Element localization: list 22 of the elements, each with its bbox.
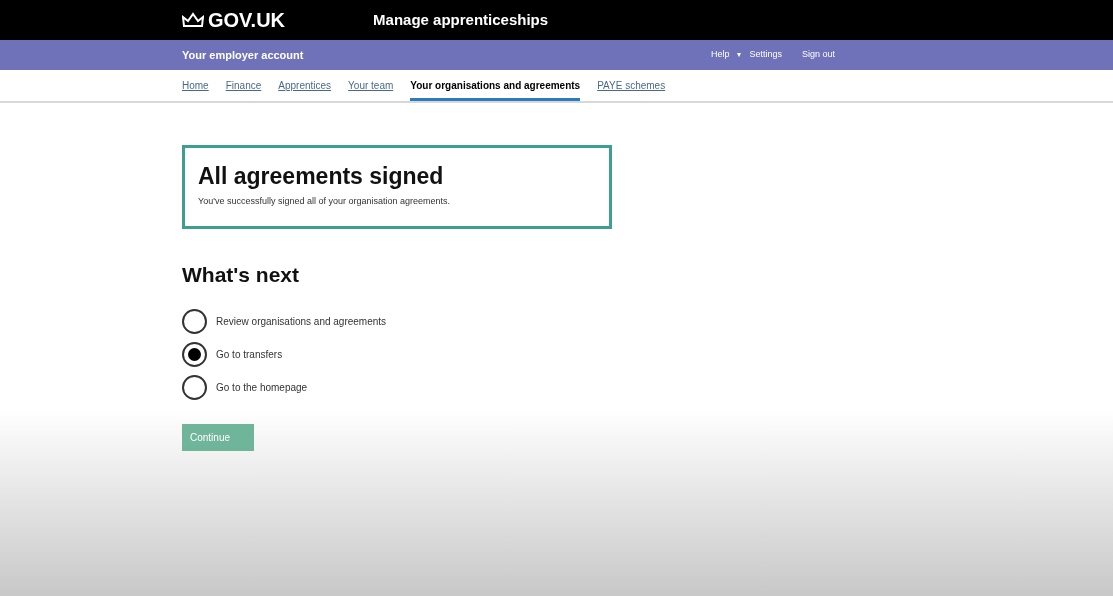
radio-label[interactable]: Go to the homepage [216,379,308,395]
nav-tab[interactable]: Your team [348,78,394,101]
nav-tab[interactable]: Home [182,78,209,101]
panel-body: You've successfully signed all of your organisation agreements. [198,194,452,208]
panel-title: All agreements signed [198,162,445,191]
account-link[interactable]: Help [710,48,730,62]
crown-icon [182,12,204,28]
radio-button[interactable] [182,341,207,367]
logo-text[interactable]: GOV.UK [208,5,286,35]
radio-label[interactable]: Go to transfers [216,346,283,362]
account-title: Your employer account [182,47,304,63]
radio-button[interactable] [182,308,207,334]
service-title[interactable]: Manage apprenticeships [373,8,549,32]
radio-label[interactable]: Review organisations and agreements [216,313,387,329]
nav-tab[interactable]: Finance [225,78,262,101]
section-heading: What's next [182,262,300,289]
caret-icon: ▾ [737,49,742,61]
account-link[interactable]: Sign out [801,48,835,62]
account-link[interactable]: Settings [749,48,782,62]
radio-button[interactable] [182,374,207,400]
nav-tab[interactable]: Apprentices [278,78,332,101]
nav-tab[interactable]: PAYE schemes [597,78,666,101]
